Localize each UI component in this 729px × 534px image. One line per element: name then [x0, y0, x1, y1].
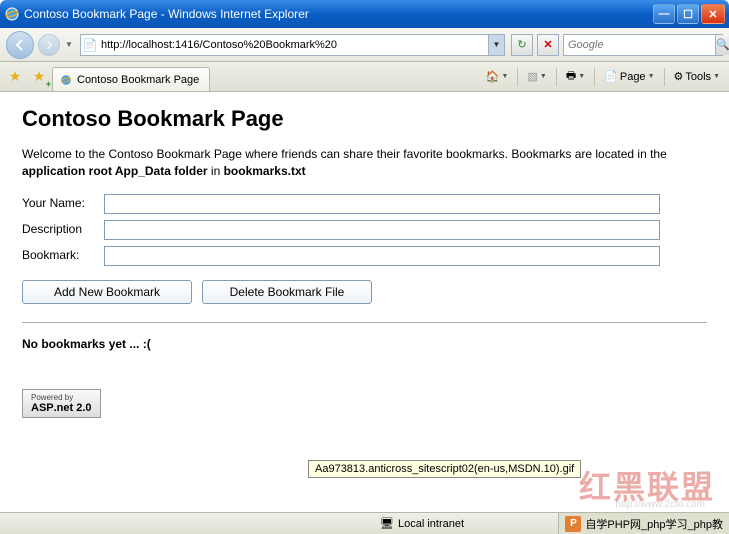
- nav-history-dropdown[interactable]: ▼: [64, 35, 74, 55]
- name-input[interactable]: [104, 194, 660, 214]
- search-box: 🔍: [563, 34, 723, 56]
- home-icon: 🏠: [486, 70, 500, 83]
- refresh-button[interactable]: ↻: [511, 34, 533, 56]
- print-icon: 🖶: [566, 67, 576, 86]
- aspnet-badge: Powered by ASP.net 2.0: [22, 389, 101, 418]
- home-button[interactable]: 🏠▼: [481, 66, 514, 88]
- page-icon: 📄: [81, 38, 99, 52]
- gear-icon: ⚙: [674, 70, 684, 83]
- maximize-button[interactable]: ☐: [677, 4, 699, 24]
- tab-active[interactable]: Contoso Bookmark Page: [52, 67, 210, 91]
- image-tooltip: Aa973813.anticross_sitescript02(en-us,MS…: [308, 460, 581, 478]
- description-label: Description: [22, 220, 104, 236]
- address-bar: 📄 ▼: [80, 34, 505, 56]
- status-bar: 🖥 Local intranet P 自学PHP网_php学习_php教: [0, 512, 729, 534]
- feeds-button[interactable]: ▧▼: [522, 66, 551, 88]
- back-button[interactable]: [6, 31, 34, 59]
- print-button[interactable]: 🖶▼: [561, 66, 590, 88]
- ie-icon: [4, 6, 20, 22]
- tab-title: Contoso Bookmark Page: [77, 74, 199, 86]
- delete-bookmark-file-button[interactable]: Delete Bookmark File: [202, 280, 372, 304]
- favorites-star-icon[interactable]: ★: [4, 66, 26, 88]
- nav-toolbar: ▼ 📄 ▼ ↻ ✕ 🔍: [0, 28, 729, 62]
- add-bookmark-button[interactable]: Add New Bookmark: [22, 280, 192, 304]
- forward-button[interactable]: [38, 34, 60, 56]
- rss-icon: ▧: [527, 70, 537, 83]
- close-button[interactable]: ✕: [701, 4, 725, 24]
- intro-text: Welcome to the Contoso Bookmark Page whe…: [22, 146, 707, 180]
- page-menu-label: Page: [620, 71, 646, 83]
- add-favorites-icon[interactable]: ★+: [28, 66, 50, 88]
- minimize-button[interactable]: —: [653, 4, 675, 24]
- window-title: Contoso Bookmark Page - Windows Internet…: [24, 7, 653, 21]
- search-input[interactable]: [564, 39, 715, 51]
- attribution-badge: P 自学PHP网_php学习_php教: [558, 513, 729, 534]
- window-titlebar: Contoso Bookmark Page - Windows Internet…: [0, 0, 729, 28]
- p-icon: P: [565, 516, 581, 532]
- security-zone: 🖥 Local intranet: [380, 517, 464, 530]
- page-icon-small: 📄: [604, 70, 618, 83]
- watermark-text: 红黑联盟: [579, 462, 715, 508]
- attribution-text: 自学PHP网_php学习_php教: [585, 516, 723, 532]
- watermark-url: http://www.2cto.com: [616, 499, 705, 510]
- search-button[interactable]: 🔍: [715, 35, 729, 55]
- page-heading: Contoso Bookmark Page: [22, 106, 707, 132]
- page-content: Contoso Bookmark Page Welcome to the Con…: [0, 92, 729, 432]
- bookmark-input[interactable]: [104, 246, 660, 266]
- tools-menu-label: Tools: [685, 71, 711, 83]
- tools-menu-button[interactable]: ⚙Tools▼: [669, 66, 726, 88]
- tab-bar: ★ ★+ Contoso Bookmark Page 🏠▼ ▧▼ 🖶▼ 📄Pag…: [0, 62, 729, 92]
- no-bookmarks-text: No bookmarks yet ... :(: [22, 337, 707, 351]
- stop-button[interactable]: ✕: [537, 34, 559, 56]
- description-input[interactable]: [104, 220, 660, 240]
- name-label: Your Name:: [22, 194, 104, 210]
- url-input[interactable]: [99, 35, 488, 55]
- zone-label: Local intranet: [398, 518, 464, 530]
- intranet-icon: 🖥: [380, 517, 394, 530]
- bookmark-label: Bookmark:: [22, 246, 104, 262]
- page-menu-button[interactable]: 📄Page▼: [599, 66, 659, 88]
- divider: [22, 322, 707, 323]
- address-dropdown[interactable]: ▼: [488, 35, 504, 55]
